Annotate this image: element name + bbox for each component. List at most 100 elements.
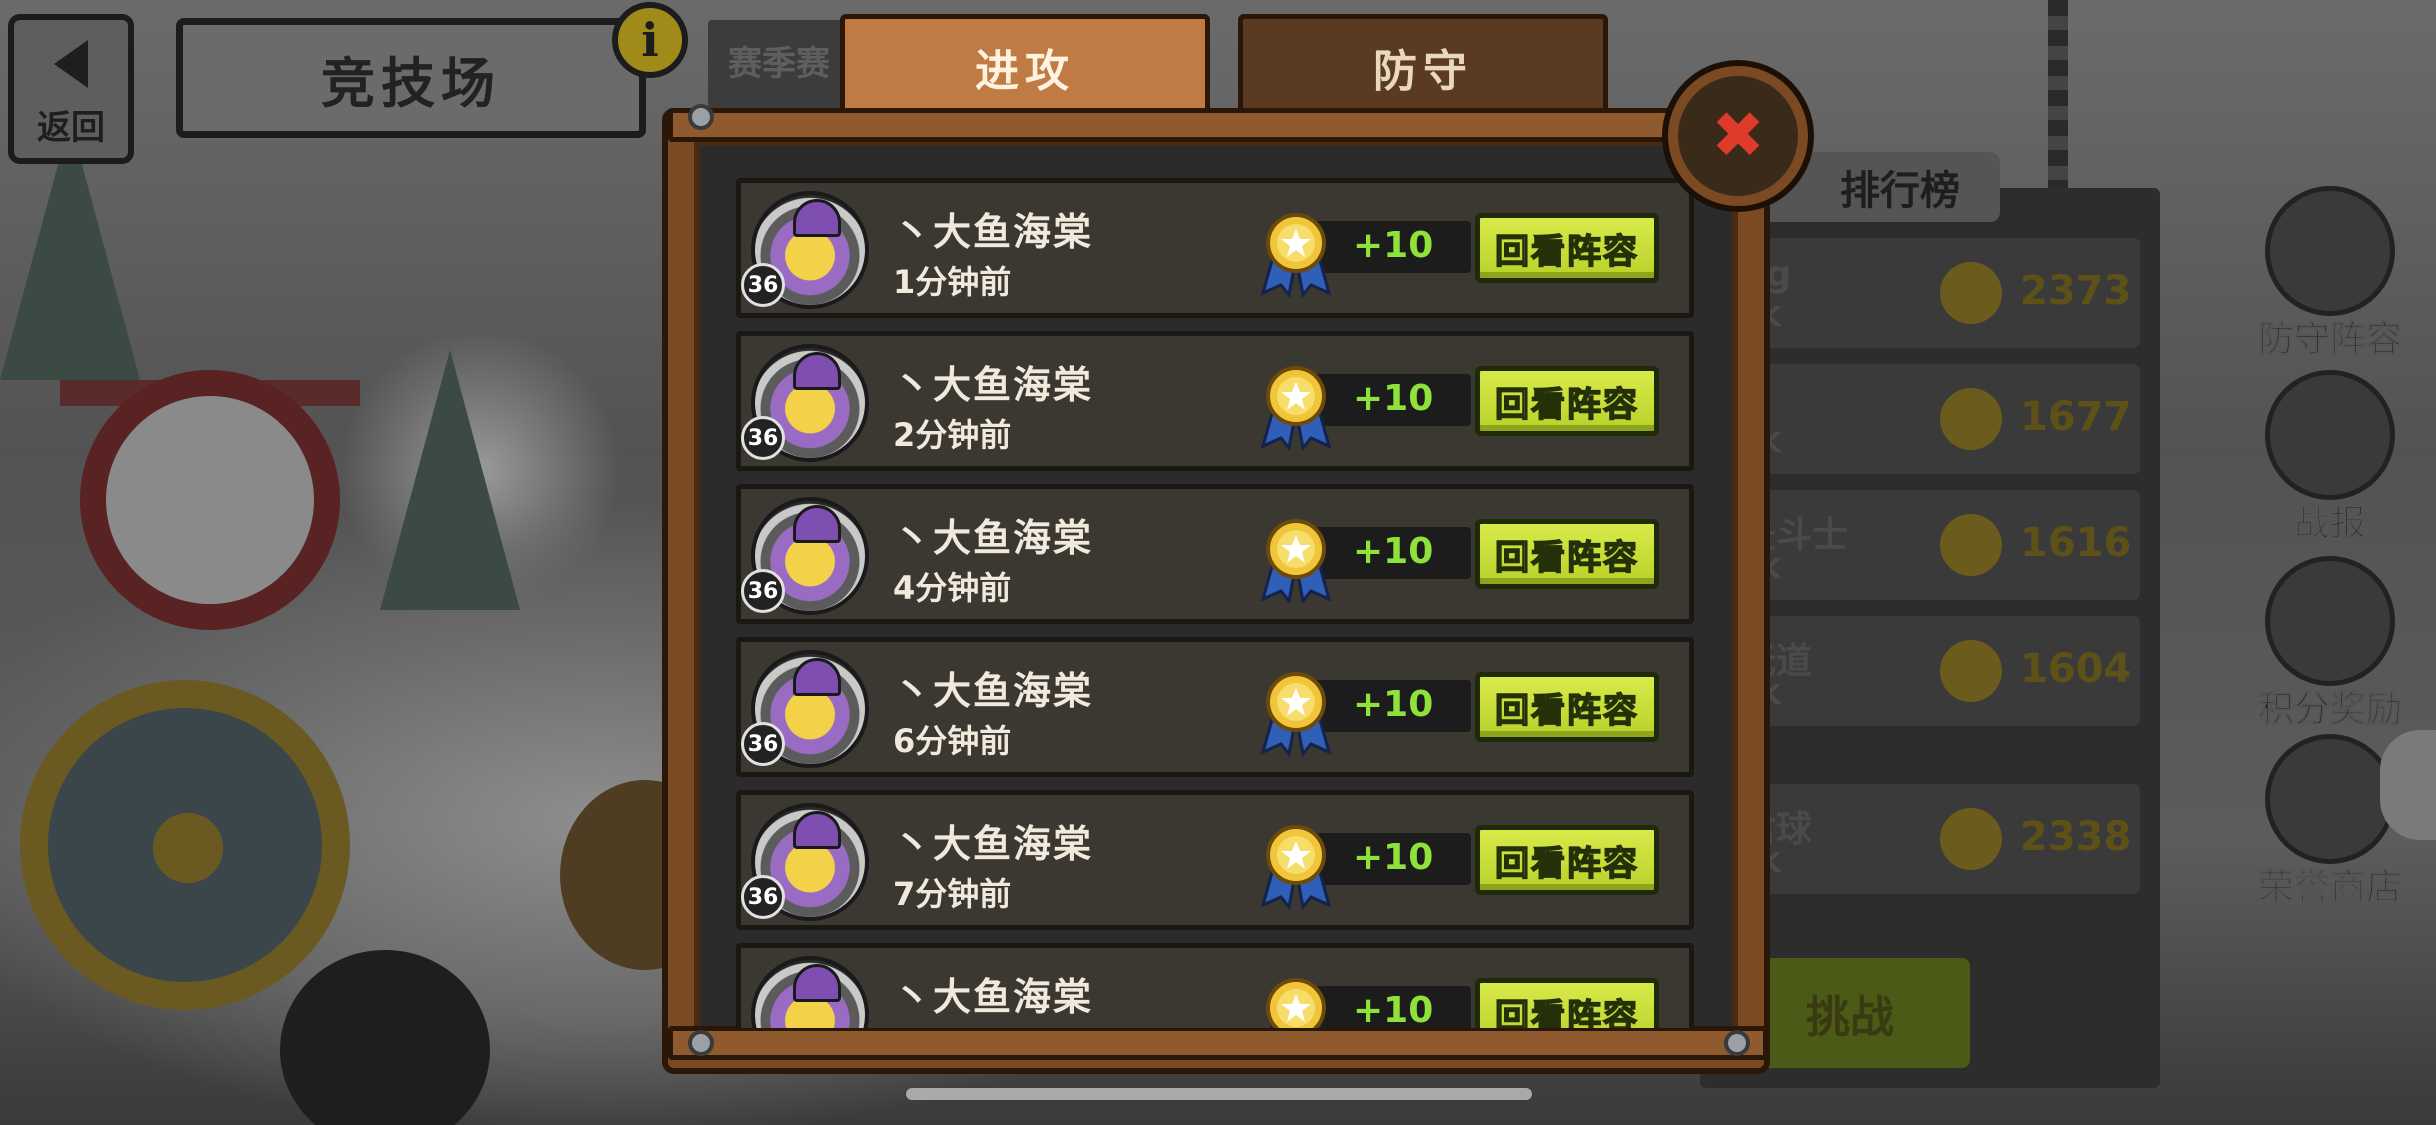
review-lineup-button[interactable]: 回看阵容: [1475, 825, 1659, 895]
close-icon: ✖: [1711, 99, 1765, 173]
player-avatar[interactable]: [751, 956, 869, 1028]
avatar-helmet-icon: [793, 658, 841, 696]
medal-icon: [1266, 978, 1326, 1028]
review-lineup-button[interactable]: 回看阵容: [1475, 519, 1659, 589]
score-delta: +10: [1353, 837, 1434, 878]
frame-top-beam: [668, 108, 1768, 142]
side-menu-label: 积分奖励: [2257, 689, 2402, 731]
avatar-helmet-icon: [793, 505, 841, 543]
close-button[interactable]: ✖: [1668, 66, 1808, 206]
gem-icon: [2265, 734, 2395, 864]
leaderboard-row[interactable]: 1K 1677: [1720, 364, 2140, 474]
leaderboard-title: 排行榜: [1840, 168, 1960, 214]
battle-record-list[interactable]: 36 丶大鱼海棠 1分钟前 +10 回看阵容 36 丶大鱼海棠 2分钟前 +10: [736, 178, 1694, 1028]
info-button[interactable]: i: [612, 2, 688, 78]
medal-icon: [1260, 825, 1332, 909]
leaderboard-row[interactable]: 圣斗士 8K 1616: [1720, 490, 2140, 600]
battle-record-row: 36 丶大鱼海棠 7分钟前 +10 回看阵容: [736, 790, 1694, 930]
leaderboard-score: 1677: [2020, 394, 2132, 440]
level-badge: 36: [741, 263, 785, 307]
nail-icon: [688, 104, 714, 130]
opponent-name: 丶大鱼海棠: [893, 975, 1094, 1019]
wheel-shield-decoration: [20, 680, 350, 1010]
side-menu-label: 战报: [2293, 503, 2366, 545]
opponent-name: 丶大鱼海棠: [893, 822, 1094, 866]
level-badge: 36: [741, 722, 785, 766]
avatar-helmet-icon: [793, 199, 841, 237]
battle-record-row: 36 丶大鱼海棠 +10 回看阵容: [736, 943, 1694, 1028]
back-arrow-icon: [54, 39, 88, 88]
review-lineup-label: 回看阵容: [1494, 996, 1639, 1028]
gong-decoration: [80, 370, 340, 630]
review-lineup-button[interactable]: 回看阵容: [1475, 213, 1659, 283]
shield-icon: [2265, 186, 2395, 316]
review-lineup-label: 回看阵容: [1494, 843, 1639, 885]
info-icon: i: [641, 13, 659, 67]
tab-attack[interactable]: 进攻: [840, 14, 1210, 114]
score-delta: +10: [1353, 684, 1434, 725]
medal-icon: [1940, 808, 2002, 870]
battle-time: 2分钟前: [893, 416, 1012, 454]
medal-icon: [1260, 519, 1332, 603]
review-lineup-button[interactable]: 回看阵容: [1475, 366, 1659, 436]
review-lineup-label: 回看阵容: [1494, 231, 1639, 273]
back-button[interactable]: 返回: [8, 14, 134, 164]
back-label: 返回: [37, 107, 105, 148]
battle-time: 4分钟前: [893, 569, 1012, 607]
medal-icon: [1260, 366, 1332, 450]
tab-defense-label: 防守: [1373, 45, 1473, 97]
leaderboard-score: 2338: [2020, 814, 2132, 860]
battle-time: 6分钟前: [893, 722, 1012, 760]
review-lineup-button[interactable]: 回看阵容: [1475, 672, 1659, 742]
battle-record-row: 36 丶大鱼海棠 2分钟前 +10 回看阵容: [736, 331, 1694, 471]
avatar-helmet-icon: [793, 964, 841, 1002]
points-reward-button[interactable]: 积分奖励: [2240, 556, 2420, 732]
season-tab-background: 赛季赛: [708, 20, 848, 120]
side-drawer-handle[interactable]: [2380, 730, 2436, 840]
battle-time: 7分钟前: [893, 875, 1012, 913]
score-delta: +10: [1353, 225, 1434, 266]
challenge-label: 挑战: [1806, 992, 1894, 1043]
medal-icon: [1260, 213, 1332, 297]
opponent-name: 丶大鱼海棠: [893, 669, 1094, 713]
review-lineup-label: 回看阵容: [1494, 690, 1639, 732]
tab-defense[interactable]: 防守: [1238, 14, 1608, 114]
medal-icon: [1940, 262, 2002, 324]
opponent-name: 丶大鱼海棠: [893, 363, 1094, 407]
medal-icon: [1260, 672, 1332, 756]
mace-decoration: [280, 950, 490, 1125]
frame-bottom-beam: [668, 1026, 1768, 1060]
battle-record-row: 36 丶大鱼海棠 6分钟前 +10 回看阵容: [736, 637, 1694, 777]
level-badge: 36: [741, 416, 785, 460]
battle-record-row: 36 丶大鱼海棠 4分钟前 +10 回看阵容: [736, 484, 1694, 624]
opponent-name: 丶大鱼海棠: [893, 516, 1094, 560]
battle-report-button[interactable]: 战报: [2240, 370, 2420, 546]
score-delta: +10: [1353, 990, 1434, 1028]
medal-icon: [2265, 556, 2395, 686]
leaderboard-score: 2373: [2020, 268, 2132, 314]
medal-icon: [1940, 388, 2002, 450]
leaderboard-row[interactable]: 无道 0K 1604: [1720, 616, 2140, 726]
scroll-icon: [2265, 370, 2395, 500]
tab-attack-label: 进攻: [975, 45, 1075, 97]
leaderboard-row[interactable]: 君球 9K 2338: [1720, 784, 2140, 894]
home-indicator[interactable]: [906, 1088, 1532, 1100]
opponent-name: 丶大鱼海棠: [893, 210, 1094, 254]
medal-icon: [1940, 514, 2002, 576]
level-badge: 36: [741, 875, 785, 919]
nail-icon: [688, 1030, 714, 1056]
leaderboard-row[interactable]: ng 9K 2373: [1720, 238, 2140, 348]
review-lineup-label: 回看阵容: [1494, 537, 1639, 579]
leaderboard-score: 1604: [2020, 646, 2132, 692]
avatar-helmet-icon: [793, 811, 841, 849]
page-title: 竞技场: [321, 51, 501, 115]
medal-icon: [1940, 640, 2002, 702]
level-badge: 36: [741, 569, 785, 613]
tree-decoration: [380, 350, 520, 610]
leaderboard-score: 1616: [2020, 520, 2132, 566]
page-title-banner: 竞技场: [176, 18, 646, 138]
defense-lineup-button[interactable]: 防守阵容: [2240, 186, 2420, 362]
review-lineup-button[interactable]: 回看阵容: [1475, 978, 1659, 1028]
review-lineup-label: 回看阵容: [1494, 384, 1639, 426]
score-delta: +10: [1353, 378, 1434, 419]
